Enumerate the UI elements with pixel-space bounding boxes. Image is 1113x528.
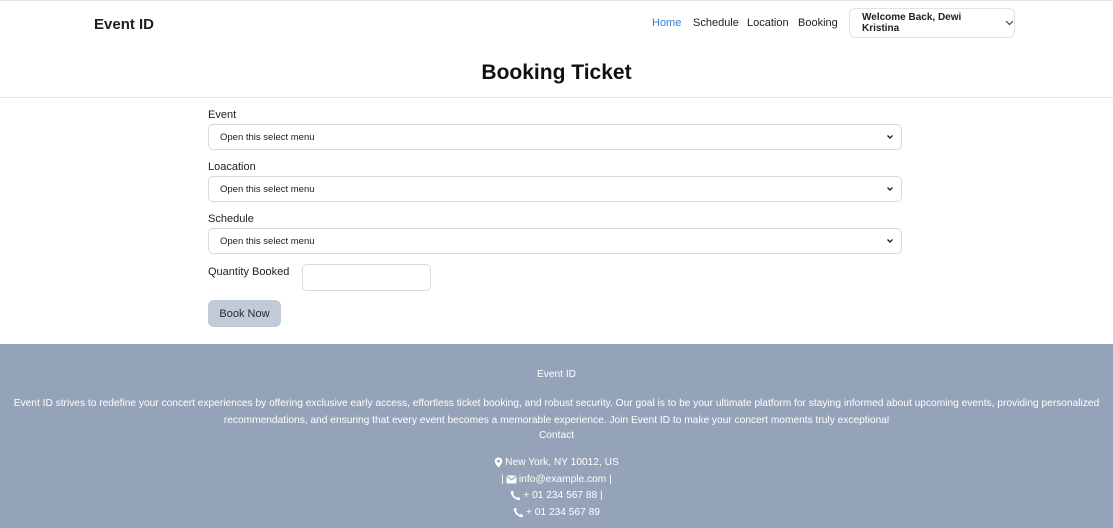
page-title: Booking Ticket <box>481 61 632 84</box>
top-border <box>0 0 1113 1</box>
quantity-label: Quantity Booked <box>208 266 290 278</box>
map-pin-icon <box>494 457 503 468</box>
location-label: Loacation <box>208 161 256 173</box>
location-select-value: Open this select menu <box>220 183 315 195</box>
schedule-select-value: Open this select menu <box>220 235 315 247</box>
footer-address: New York, NY 10012, US <box>505 457 619 468</box>
nav-link-location[interactable]: Location <box>747 17 789 29</box>
event-select[interactable]: Open this select menu <box>208 124 902 150</box>
chevron-down-icon <box>887 239 893 243</box>
event-label: Event <box>208 109 237 121</box>
envelope-icon <box>506 475 517 484</box>
footer-phone-1[interactable]: + 01 234 567 88 | <box>523 490 602 501</box>
schedule-select[interactable]: Open this select menu <box>208 228 902 254</box>
schedule-label: Schedule <box>208 213 254 225</box>
footer-phone-row-1: + 01 234 567 88 | <box>0 490 1113 504</box>
nav-link-schedule[interactable]: Schedule <box>693 17 739 29</box>
chevron-down-icon <box>887 187 893 191</box>
brand-logo[interactable]: Event ID <box>94 16 154 33</box>
footer-title: Event ID <box>536 369 577 380</box>
book-now-button[interactable]: Book Now <box>208 300 281 327</box>
footer-contact-heading: Contact <box>538 430 575 441</box>
nav-link-home[interactable]: Home <box>652 17 681 29</box>
user-menu-label: Welcome Back, Dewi Kristina <box>862 12 962 34</box>
footer: Event ID Event ID strives to redefine yo… <box>0 344 1113 528</box>
header-divider <box>0 97 1113 98</box>
chevron-down-icon <box>887 135 893 139</box>
footer-email[interactable]: info@example.com | <box>519 474 612 485</box>
event-select-value: Open this select menu <box>220 131 315 143</box>
footer-description: Event ID strives to redefine your concer… <box>13 398 1100 426</box>
phone-icon <box>510 490 521 501</box>
footer-phone-2[interactable]: + 01 234 567 89 <box>526 507 600 518</box>
footer-address-row: New York, NY 10012, US <box>0 457 1113 471</box>
footer-phone-row-2: + 01 234 567 89 <box>0 507 1113 521</box>
location-select[interactable]: Open this select menu <box>208 176 902 202</box>
quantity-input[interactable] <box>302 264 431 291</box>
footer-email-prefix: | <box>501 474 504 485</box>
chevron-down-icon <box>1005 18 1014 29</box>
nav-link-booking[interactable]: Booking <box>798 17 838 29</box>
footer-email-row: | info@example.com | <box>0 474 1113 485</box>
phone-icon <box>513 507 524 518</box>
user-menu-button[interactable]: Welcome Back, Dewi Kristina <box>849 8 1015 38</box>
